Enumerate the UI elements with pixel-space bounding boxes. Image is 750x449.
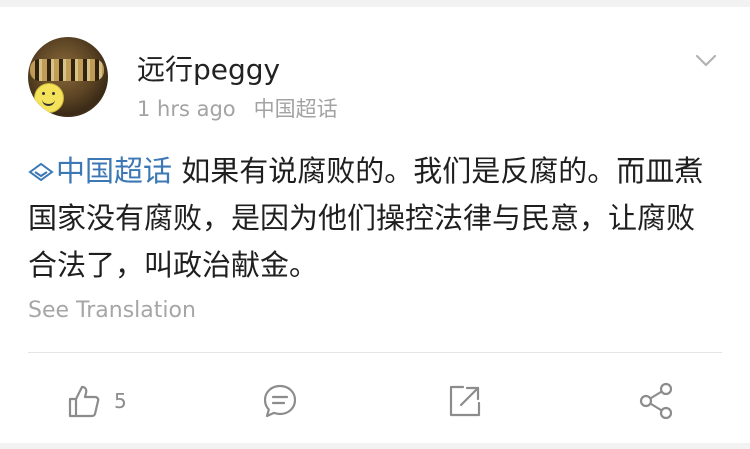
username[interactable]: 远行peggy [137, 53, 280, 87]
repost-icon [449, 385, 481, 417]
post-meta: 1 hrs ago 中国超话 [137, 96, 338, 122]
avatar[interactable] [28, 37, 108, 117]
like-button[interactable]: 5 [66, 380, 127, 422]
share-button[interactable] [638, 380, 676, 422]
divider [28, 352, 722, 353]
chevron-down-icon[interactable] [694, 53, 718, 69]
smiley-badge-icon [34, 83, 64, 113]
thumbs-up-icon [68, 385, 100, 418]
post-card: 远行peggy 1 hrs ago 中国超话 中国超话 如果有说腐败的。我们是反腐… [0, 7, 750, 443]
comment-icon [263, 384, 297, 418]
repost-button[interactable] [447, 380, 483, 422]
topic-link[interactable]: 中国超话 [28, 154, 172, 188]
post-time: 1 hrs ago [137, 97, 236, 121]
share-icon [639, 382, 673, 420]
like-count: 5 [114, 389, 127, 413]
comment-button[interactable] [262, 380, 298, 422]
topic-diamond-icon [28, 162, 54, 182]
topic-label: 中国超话 [56, 154, 173, 188]
see-translation-link[interactable]: See Translation [28, 297, 196, 325]
post-source[interactable]: 中国超话 [254, 97, 338, 121]
post-text: 中国超话 如果有说腐败的。我们是反腐的。而皿煮国家没有腐败，是因为他们操控法律与… [28, 148, 723, 289]
